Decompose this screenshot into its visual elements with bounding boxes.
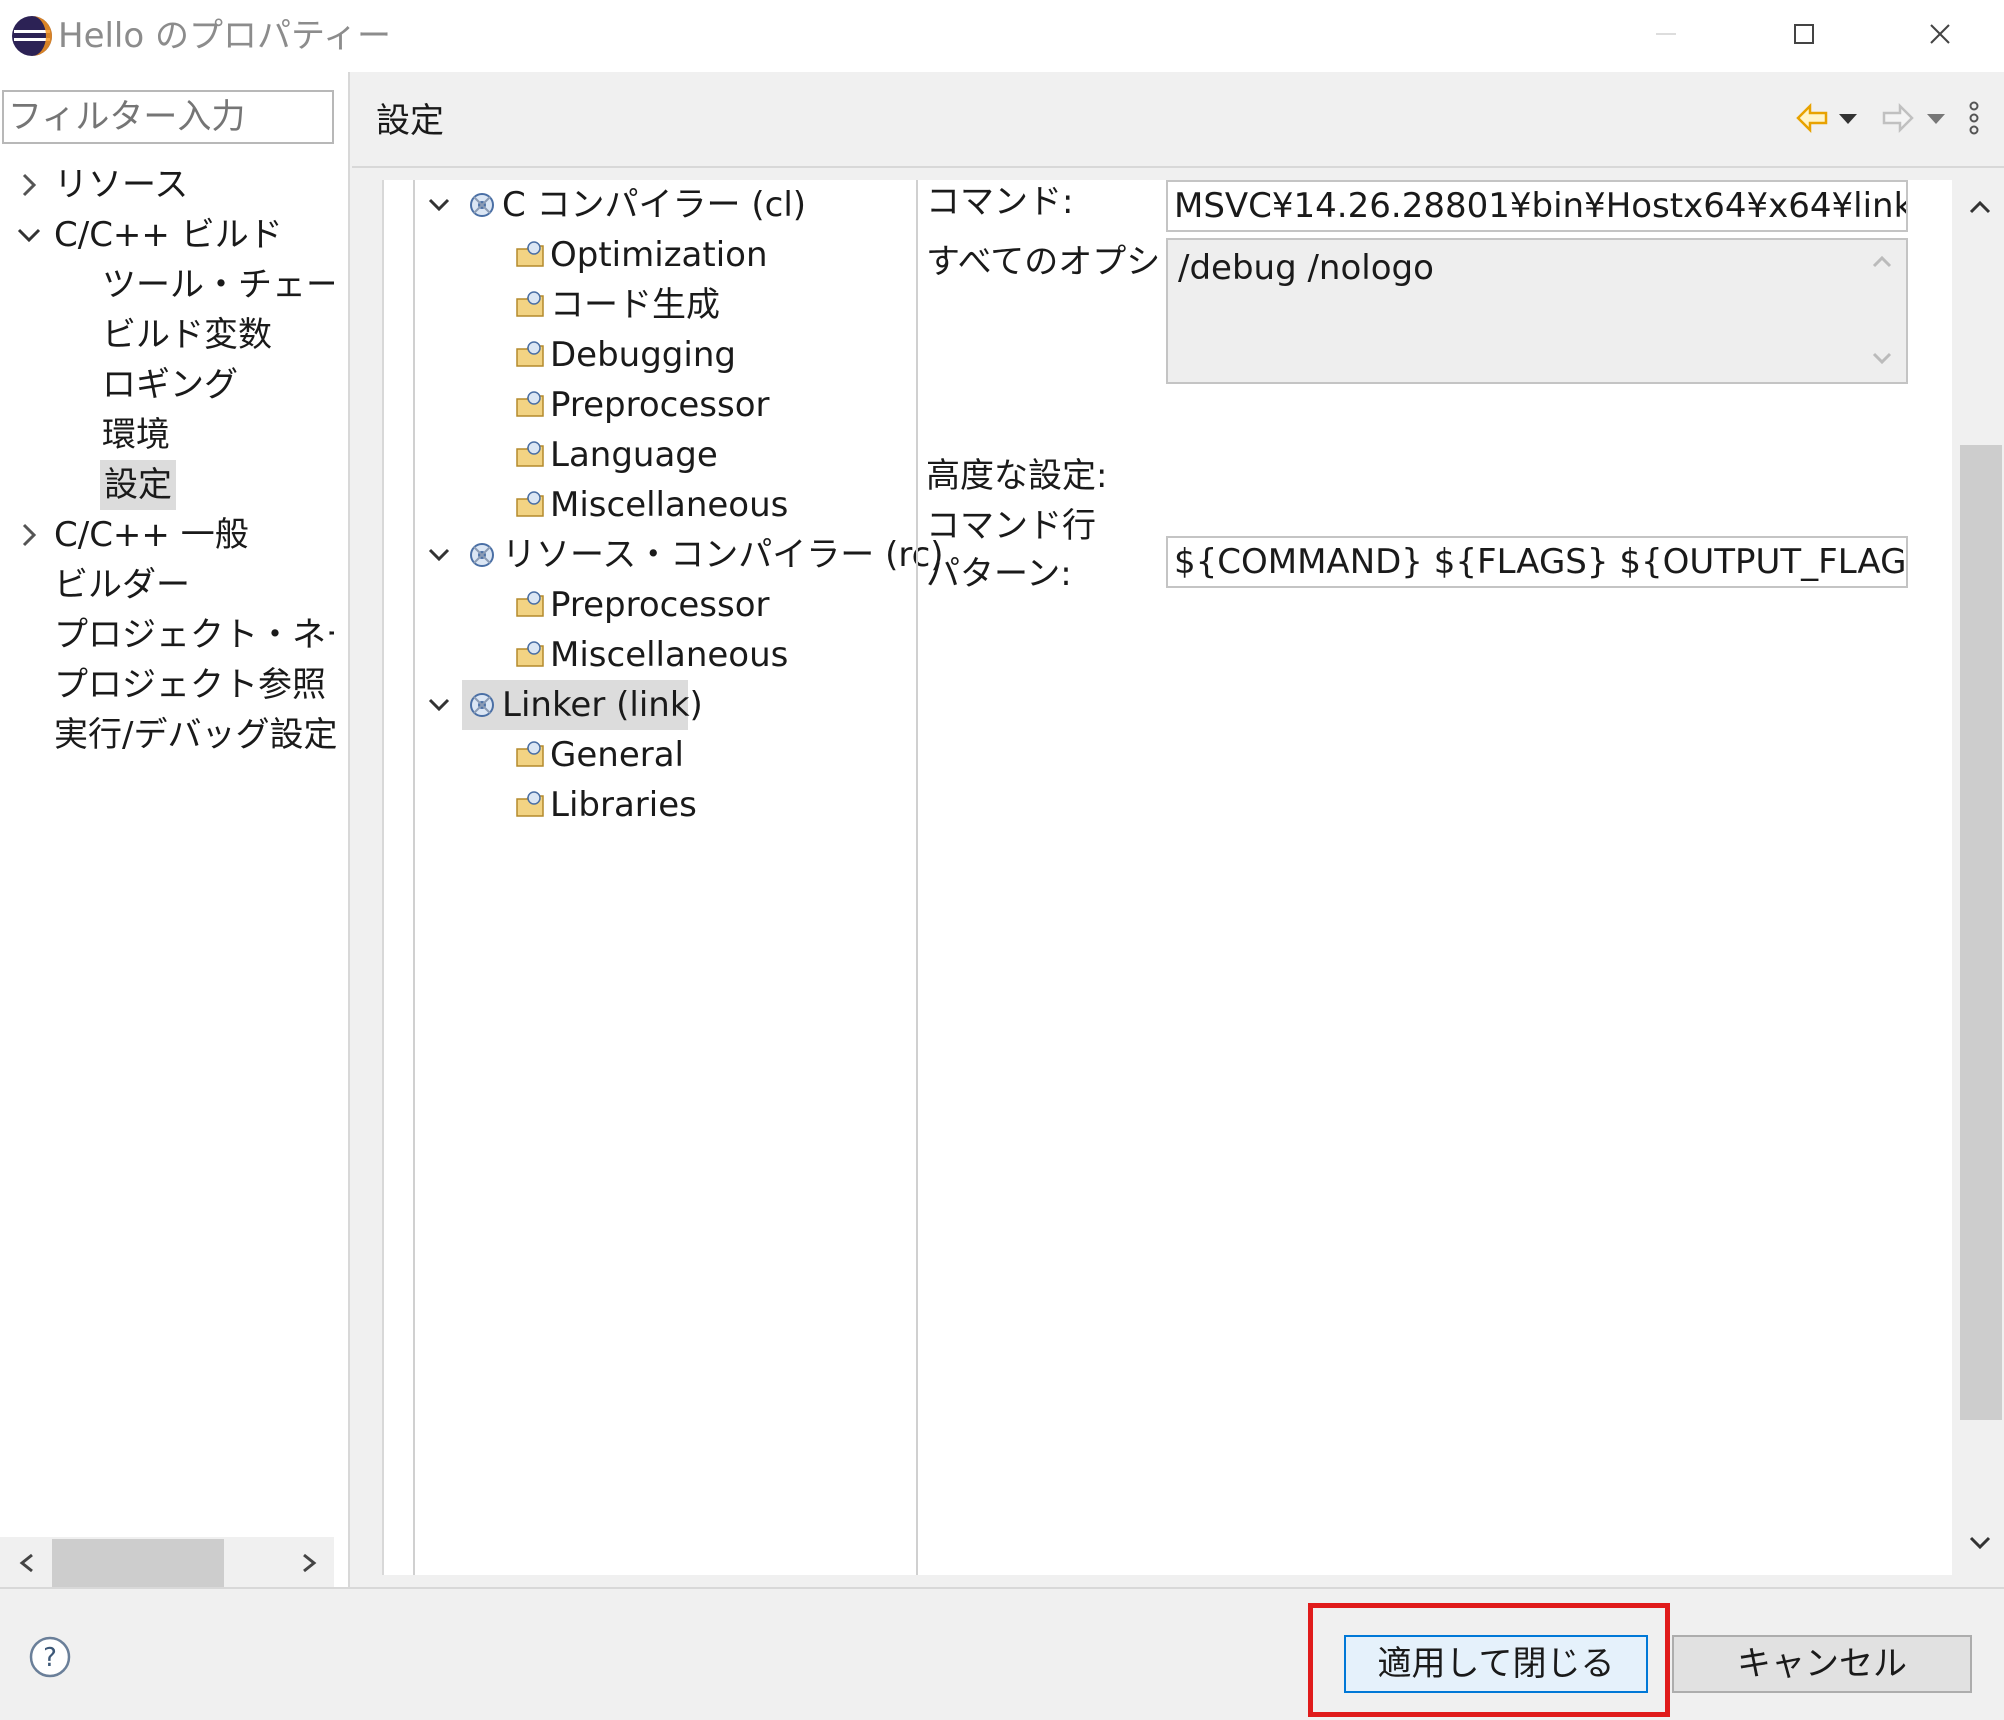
option-category-icon: [514, 789, 546, 821]
tree-left-border: [413, 180, 415, 1575]
chevron-right-icon[interactable]: [14, 160, 44, 210]
option-category-icon: [514, 739, 546, 771]
forward-dropdown-icon[interactable]: [1924, 94, 1948, 142]
option-category-icon: [514, 289, 546, 321]
chevron-right-icon[interactable]: [14, 510, 44, 560]
tree-item-settings[interactable]: 設定: [100, 460, 176, 510]
pattern-label-line1: コマンド行: [926, 506, 1096, 546]
category-general[interactable]: General: [550, 730, 684, 780]
pattern-label-line2: パターン:: [926, 554, 1072, 594]
tree-item-build-variables[interactable]: ビルド変数: [102, 310, 272, 360]
tree-item-project-natures[interactable]: プロジェクト・ネーチャ: [54, 610, 334, 660]
category-rc-preprocessor[interactable]: Preprocessor: [550, 580, 770, 630]
category-debugging[interactable]: Debugging: [550, 330, 736, 380]
tool-c-compiler[interactable]: C コンパイラー (cl): [502, 180, 806, 230]
filter-input[interactable]: [2, 90, 334, 144]
category-preprocessor[interactable]: Preprocessor: [550, 380, 770, 430]
scroll-up-icon[interactable]: [1960, 184, 2000, 232]
pane-divider[interactable]: [916, 180, 918, 1575]
svg-text:?: ?: [43, 1643, 57, 1673]
eclipse-logo-icon: [10, 14, 54, 58]
tree-item-cpp-build[interactable]: C/C++ ビルド: [54, 210, 283, 260]
minimize-icon[interactable]: [1636, 12, 1696, 56]
tool-resource-compiler[interactable]: リソース・コンパイラー (rc): [502, 530, 944, 580]
preferences-tree-panel: リソース C/C++ ビルド ツール・チェーン・エ ビルド変数 ロギング 環境 …: [0, 72, 350, 1589]
category-miscellaneous[interactable]: Miscellaneous: [550, 480, 788, 530]
option-category-icon: [514, 439, 546, 471]
category-language[interactable]: Language: [550, 430, 718, 480]
scroll-right-icon[interactable]: [288, 1537, 328, 1589]
settings-content: C コンパイラー (cl) Optimization コード生成 Debuggi…: [352, 170, 2004, 1585]
window-title: Hello のプロパティー: [58, 16, 391, 56]
advanced-settings-label: 高度な設定:: [926, 456, 1108, 496]
page-header: 設定: [352, 72, 2004, 168]
title-bar: Hello のプロパティー: [0, 0, 2004, 72]
properties-dialog: Hello のプロパティー リソース C/C++ ビルド ツール・チェーン・エ …: [0, 0, 2004, 1720]
tool-gear-icon: [466, 189, 498, 221]
back-dropdown-icon[interactable]: [1836, 94, 1860, 142]
category-libraries[interactable]: Libraries: [550, 780, 697, 830]
scroll-left-icon[interactable]: [8, 1537, 48, 1589]
forward-arrow-icon[interactable]: [1878, 94, 1918, 142]
close-icon[interactable]: [1910, 12, 1970, 56]
category-optimization[interactable]: Optimization: [550, 230, 768, 280]
tool-gear-icon: [466, 689, 498, 721]
scroll-down-icon[interactable]: [1960, 1518, 2000, 1566]
settings-inner: C コンパイラー (cl) Optimization コード生成 Debuggi…: [382, 180, 1952, 1575]
option-category-icon: [514, 489, 546, 521]
all-options-field[interactable]: /debug /nologo: [1166, 238, 1908, 384]
chevron-down-icon[interactable]: [424, 680, 454, 730]
cancel-button[interactable]: キャンセル: [1672, 1635, 1972, 1693]
annotation-highlight-box: [1308, 1603, 1670, 1717]
button-bar: ? 適用して閉じる キャンセル: [0, 1587, 2004, 1720]
maximize-icon[interactable]: [1774, 12, 1834, 56]
tool-gear-icon: [466, 539, 498, 571]
textarea-scrollbar[interactable]: [1862, 244, 1902, 376]
option-category-icon: [514, 639, 546, 671]
option-category-icon: [514, 239, 546, 271]
tree-item-builders[interactable]: ビルダー: [54, 560, 190, 610]
all-options-value: /debug /nologo: [1178, 248, 1434, 288]
tree-item-cpp-general[interactable]: C/C++ 一般: [54, 510, 249, 560]
option-category-icon: [514, 589, 546, 621]
tool-linker[interactable]: Linker (link): [502, 680, 703, 730]
vertical-scrollbar[interactable]: [1956, 180, 2004, 1575]
command-field[interactable]: MSVC¥14.26.28801¥bin¥Hostx64¥x64¥link.ex…: [1166, 180, 1908, 232]
back-arrow-icon[interactable]: [1792, 94, 1832, 142]
page-title: 設定: [376, 101, 444, 141]
category-code-generation[interactable]: コード生成: [550, 280, 720, 330]
chevron-down-icon[interactable]: [424, 180, 454, 230]
horizontal-scrollbar[interactable]: [0, 1537, 334, 1589]
tree-item-toolchain[interactable]: ツール・チェーン・エ: [102, 260, 334, 310]
tree-item-run-debug-settings[interactable]: 実行/デバッグ設定: [54, 710, 337, 760]
chevron-down-icon[interactable]: [14, 210, 44, 260]
help-icon[interactable]: ?: [28, 1635, 72, 1679]
view-menu-icon[interactable]: [1964, 94, 1984, 142]
scroll-thumb[interactable]: [1960, 445, 2002, 1420]
tool-settings-tree: C コンパイラー (cl) Optimization コード生成 Debuggi…: [384, 180, 944, 1575]
tree-item-logging[interactable]: ロギング: [102, 360, 238, 410]
chevron-down-icon[interactable]: [424, 530, 454, 580]
scroll-thumb[interactable]: [52, 1539, 224, 1587]
tree-item-environment[interactable]: 環境: [102, 410, 170, 460]
tree-item-project-references[interactable]: プロジェクト参照: [54, 660, 326, 710]
option-category-icon: [514, 339, 546, 371]
tree-item-resource[interactable]: リソース: [54, 160, 188, 210]
option-category-icon: [514, 389, 546, 421]
category-rc-miscellaneous[interactable]: Miscellaneous: [550, 630, 788, 680]
command-pattern-field[interactable]: ${COMMAND} ${FLAGS} ${OUTPUT_FLAG}${OUTP…: [1166, 536, 1908, 588]
command-label: コマンド:: [926, 182, 1074, 222]
